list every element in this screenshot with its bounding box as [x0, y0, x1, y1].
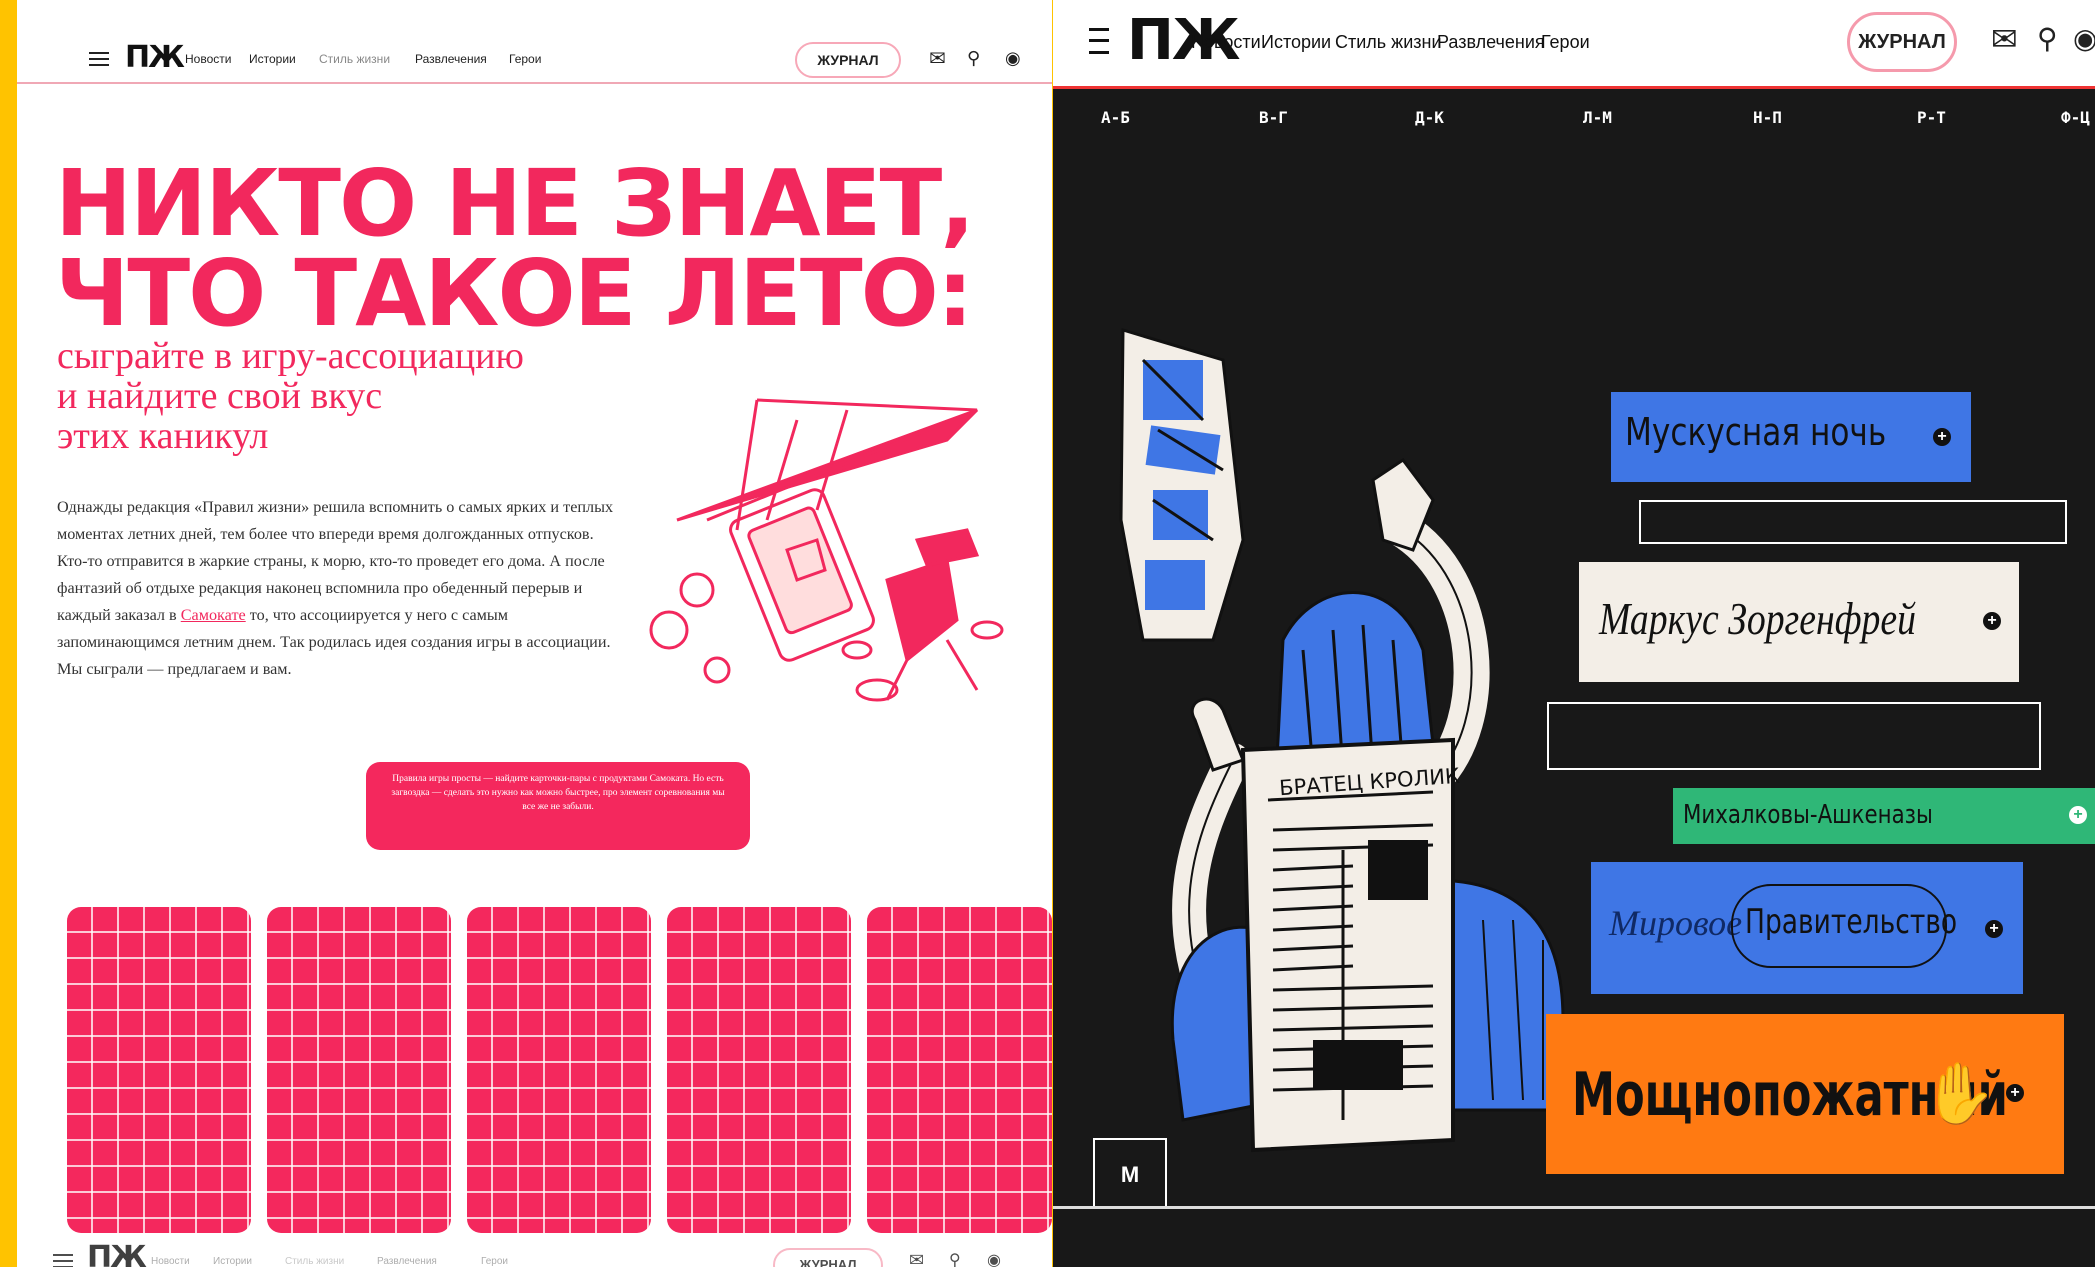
nav-link-stories[interactable]: Истории [249, 52, 296, 66]
empty-entry-slot [1547, 702, 2041, 770]
subheading-line: этих каникул [57, 415, 269, 457]
subheading-line: и найдите свой вкус [57, 375, 383, 417]
intro-paragraph: Однажды редакция «Правил жизни» решила в… [57, 494, 617, 683]
profile-icon[interactable]: ◉ [2073, 22, 2095, 55]
menu-icon[interactable] [1089, 28, 1109, 54]
empty-entry-slot [1639, 500, 2067, 544]
top-navigation: ПЖ Новости Истории Стиль жизни Развлечен… [17, 0, 1052, 84]
site-logo[interactable]: ПЖ [87, 1240, 147, 1267]
hand-icon: ✋ [1922, 1059, 1997, 1129]
nav-link-lifestyle[interactable]: Стиль жизни [285, 1256, 344, 1267]
letter-badge: М [1093, 1138, 1167, 1208]
search-icon[interactable]: ⚲ [2037, 22, 2058, 55]
game-card[interactable] [67, 907, 251, 1233]
mail-icon[interactable]: ✉ [1991, 20, 2018, 58]
game-card[interactable] [867, 907, 1052, 1233]
game-card[interactable] [467, 907, 651, 1233]
nav-link-stories[interactable]: Истории [213, 1256, 252, 1267]
samokat-link[interactable]: Самокате [181, 606, 246, 624]
left-page-screenshot: ПЖ Новости Истории Стиль жизни Развлечен… [17, 0, 1052, 1267]
nav-link-entertainment[interactable]: Развлечения [415, 52, 487, 66]
subheading: сыграйте в игру-ассоциацию и найдите сво… [57, 336, 524, 456]
game-card[interactable] [267, 907, 451, 1233]
profile-icon[interactable]: ◉ [1005, 48, 1021, 69]
game-card[interactable] [667, 907, 851, 1233]
search-icon[interactable]: ⚲ [967, 48, 980, 69]
nav-link-news[interactable]: Новости [151, 1256, 190, 1267]
journal-button[interactable]: ЖУРНАЛ [795, 42, 901, 78]
expand-icon[interactable]: + [2006, 1084, 2024, 1102]
alphabet-filter-a-b[interactable]: А-Б [1101, 108, 1130, 127]
alphabet-filter-d-k[interactable]: Д-К [1415, 108, 1444, 127]
nav-link-news[interactable]: Новости [185, 52, 231, 66]
nav-link-lifestyle[interactable]: Стиль жизни [319, 52, 390, 66]
entry-title: Мускусная ночь [1625, 410, 1887, 454]
nav-link-entertainment[interactable]: Развлечения [1437, 32, 1545, 53]
journal-button[interactable]: ЖУРНАЛ [773, 1248, 883, 1267]
site-logo[interactable]: ПЖ [125, 40, 185, 75]
entry-muskusnaya-noch[interactable]: Мускусная ночь + [1611, 392, 1971, 482]
entry-title: Маркус Зоргенфрей [1599, 593, 1916, 644]
nav-link-heroes[interactable]: Герои [509, 52, 541, 66]
alphabet-filter-r-t[interactable]: Р-Т [1917, 108, 1946, 127]
mail-icon[interactable]: ✉ [909, 1250, 924, 1267]
entry-title: Михалковы-Ашкеназы [1683, 800, 1933, 830]
alphabet-filter-f-ts[interactable]: Ф-Ц [2061, 108, 2090, 127]
headline-line-2: ЧТО ТАКОЕ ЛЕТО: [55, 240, 974, 347]
entry-mirovoe-pravitelstvo[interactable]: Мировое Правительство + [1591, 862, 2023, 994]
profile-icon[interactable]: ◉ [987, 1250, 1001, 1267]
headline-line-1: НИКТО НЕ ЗНАЕТ, [55, 150, 975, 257]
alphabet-filter-n-p[interactable]: Н-П [1753, 108, 1782, 127]
expand-icon[interactable]: + [2069, 806, 2087, 824]
mail-icon[interactable]: ✉ [929, 46, 946, 70]
expand-icon[interactable]: + [1983, 612, 2001, 630]
expand-icon[interactable]: + [1985, 920, 2003, 938]
journal-button[interactable]: ЖУРНАЛ [1847, 12, 1957, 72]
nav-link-lifestyle[interactable]: Стиль жизни [1335, 32, 1442, 53]
game-rules-box: Правила игры просты — найдите карточки-п… [366, 762, 750, 850]
subheading-line: сыграйте в игру-ассоциацию [57, 335, 524, 377]
nav-link-heroes[interactable]: Герои [1541, 32, 1590, 53]
entry-markus-zorgenfrei[interactable]: Маркус Зоргенфрей + [1579, 562, 2019, 682]
nav-link-entertainment[interactable]: Развлечения [377, 1256, 437, 1267]
bottom-navigation: ПЖ Новости Истории Стиль жизни Развлечен… [17, 1240, 1052, 1267]
alphabet-filter-v-g[interactable]: В-Г [1259, 108, 1288, 127]
expand-icon[interactable]: + [1933, 428, 1951, 446]
alphabet-filter-l-m[interactable]: Л-М [1583, 108, 1612, 127]
divider [1053, 1206, 2095, 1209]
menu-icon[interactable] [53, 1254, 73, 1267]
right-page-screenshot: ПЖ Новости Истории Стиль жизни Развлечен… [1053, 0, 2095, 1267]
entry-title-part: Правительство [1745, 902, 1958, 942]
reader-illustration [1119, 327, 1565, 1153]
entry-mikhalkovy-ashkenazy[interactable]: Михалковы-Ашкеназы + [1673, 788, 2095, 844]
menu-icon[interactable] [89, 52, 109, 66]
nav-link-heroes[interactable]: Герои [481, 1256, 508, 1267]
nav-link-news[interactable]: Новости [1191, 32, 1261, 53]
search-icon[interactable]: ⚲ [949, 1250, 961, 1267]
top-navigation: ПЖ Новости Истории Стиль жизни Развлечен… [1053, 0, 2095, 89]
beach-chair-illustration [649, 398, 1004, 702]
entry-moshnopozhatny[interactable]: Мощнопожатный ✋ + [1546, 1014, 2064, 1174]
entry-title-part: Мировое [1609, 903, 1743, 943]
nav-link-stories[interactable]: Истории [1261, 32, 1331, 53]
